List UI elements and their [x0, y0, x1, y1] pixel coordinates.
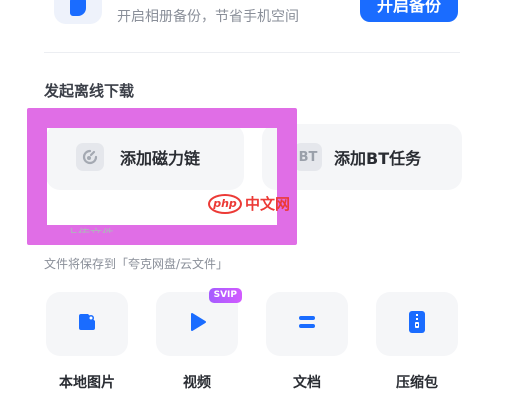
play-icon [185, 310, 209, 338]
add-bt-task-card[interactable]: BT 添加BT任务 [262, 124, 462, 190]
save-location-hint: 文件将保存到「夸克网盘/云文件」 [44, 257, 229, 271]
php-logo: php [208, 193, 242, 214]
offline-download-title: 发起离线下载 [44, 82, 135, 100]
add-bt-task-label: 添加BT任务 [334, 149, 422, 168]
album-backup-icon [54, 0, 102, 24]
add-magnet-link-card[interactable]: 添加磁力链 [46, 124, 244, 190]
zip-icon [405, 309, 429, 339]
backup-subtitle: 开启相册备份，节省手机空间 [117, 9, 299, 25]
enable-backup-button[interactable]: 开启备份 [360, 0, 458, 22]
upload-local-image-tile[interactable]: 本地图片 [46, 292, 128, 391]
magnet-link-icon [76, 143, 104, 171]
document-icon [295, 310, 319, 338]
archive-label: 压缩包 [396, 375, 438, 391]
watermark-site-name: 中文网 [245, 195, 291, 213]
svip-badge: SVIP [208, 288, 242, 303]
add-magnet-link-label: 添加磁力链 [120, 149, 201, 168]
image-icon [75, 310, 99, 338]
document-label: 文档 [293, 375, 321, 391]
local-image-label: 本地图片 [59, 375, 115, 391]
upload-archive-tile[interactable]: 压缩包 [376, 292, 458, 391]
upload-video-tile[interactable]: SVIP 视频 [156, 288, 242, 391]
bt-icon: BT [294, 143, 322, 171]
upload-heading-partial: 上传文件 [66, 225, 114, 233]
album-backup-banner: 开启相册备份，节省手机空间 开启备份 [0, 0, 505, 40]
watermark: php 中文网 [208, 193, 290, 214]
divider [44, 52, 460, 53]
video-label: 视频 [183, 375, 211, 391]
upload-document-tile[interactable]: 文档 [266, 292, 348, 391]
